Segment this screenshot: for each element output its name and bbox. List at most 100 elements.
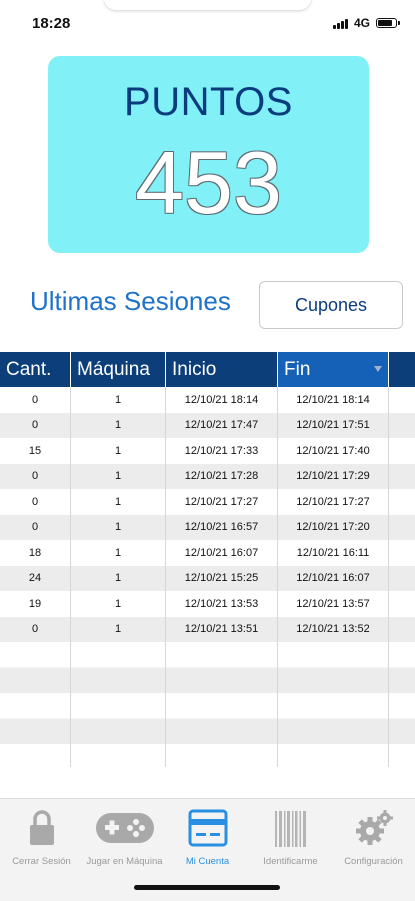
cell-machine: 1 (71, 591, 166, 617)
table-empty-rows (0, 642, 415, 767)
column-header-qty[interactable]: Cant. (0, 352, 71, 387)
table-row[interactable]: 0 1 12/10/21 16:57 12/10/21 17:20 (0, 514, 415, 541)
cell-end: 12/10/21 13:57 (278, 591, 389, 617)
cell-qty: 24 (0, 565, 71, 591)
gamepad-icon (94, 811, 156, 850)
table-row[interactable]: 18 1 12/10/21 16:07 12/10/21 16:11 (0, 540, 415, 566)
column-header-end[interactable]: Fin (278, 352, 389, 387)
status-bar: 18:28 4G (0, 0, 415, 40)
sessions-table: Cant. Máquina Inicio Fin 0 1 12/10/21 18:1… (0, 352, 415, 767)
cell-start: 12/10/21 13:53 (166, 591, 278, 617)
cell-start: 12/10/21 16:57 (166, 514, 278, 540)
tab-identify-label: Identificarme (263, 856, 318, 867)
cell-machine: 1 (71, 616, 166, 642)
lock-icon (27, 809, 57, 852)
cell-start: 12/10/21 17:33 (166, 438, 278, 464)
cell-qty: 0 (0, 489, 71, 515)
cell-filler (389, 438, 415, 464)
cell-filler (389, 591, 415, 617)
cell-start: 12/10/21 15:25 (166, 565, 278, 591)
cell-end: 12/10/21 17:29 (278, 463, 389, 489)
cell-machine: 1 (71, 438, 166, 464)
tab-my-account-label: Mi Cuenta (185, 856, 230, 867)
cell-qty: 0 (0, 616, 71, 642)
column-header-end-label: Fin (284, 358, 311, 380)
points-value: 453 (135, 133, 282, 232)
cell-start: 12/10/21 17:28 (166, 463, 278, 489)
table-row[interactable]: 15 1 12/10/21 17:33 12/10/21 17:40 (0, 438, 415, 464)
cell-start: 12/10/21 13:51 (166, 616, 278, 642)
points-title: PUNTOS (124, 80, 293, 124)
cell-end: 12/10/21 16:07 (278, 565, 389, 591)
table-body: 0 1 12/10/21 18:14 12/10/21 18:14 0 1 12/10/21… (0, 387, 415, 642)
points-card: PUNTOS 453 (48, 56, 369, 253)
table-row[interactable]: 0 1 12/10/21 17:47 12/10/21 17:51 (0, 412, 415, 439)
cell-filler (389, 566, 415, 592)
battery-icon (376, 18, 400, 28)
sort-descending-icon (374, 366, 382, 372)
cell-end: 12/10/21 18:14 (278, 387, 389, 413)
barcode-icon (274, 809, 308, 854)
coupons-button[interactable]: Cupones (259, 281, 403, 329)
cell-machine: 1 (71, 489, 166, 515)
table-row[interactable]: 19 1 12/10/21 13:53 12/10/21 13:57 (0, 591, 415, 617)
tab-play-label: Jugar en Máquina (86, 856, 163, 867)
cell-machine: 1 (71, 463, 166, 489)
tab-my-account[interactable]: Mi Cuenta (166, 799, 249, 879)
cell-start: 12/10/21 17:47 (166, 412, 278, 438)
column-header-start[interactable]: Inicio (166, 352, 278, 387)
tab-play[interactable]: Jugar en Máquina (83, 799, 166, 879)
cell-machine: 1 (71, 565, 166, 591)
cell-filler (389, 387, 415, 413)
cell-qty: 0 (0, 463, 71, 489)
cell-filler (389, 617, 415, 643)
table-row[interactable]: 0 1 12/10/21 18:14 12/10/21 18:14 (0, 387, 415, 413)
tab-settings-label: Configuración (344, 856, 403, 867)
tab-settings[interactable]: Configuración (332, 799, 415, 879)
card-icon (188, 809, 228, 852)
cell-qty: 0 (0, 514, 71, 540)
cell-machine: 1 (71, 514, 166, 540)
scrollbar[interactable] (405, 780, 415, 798)
column-header-filler (389, 352, 415, 387)
home-indicator[interactable] (134, 885, 280, 890)
cell-end: 12/10/21 17:20 (278, 514, 389, 540)
table-row[interactable]: 24 1 12/10/21 15:25 12/10/21 16:07 (0, 565, 415, 592)
sessions-heading: Ultimas Sesiones (30, 286, 231, 316)
cell-filler (389, 489, 415, 515)
cell-start: 12/10/21 18:14 (166, 387, 278, 413)
status-indicators: 4G (332, 16, 400, 30)
cell-end: 12/10/21 16:11 (278, 540, 389, 566)
cell-machine: 1 (71, 412, 166, 438)
cell-start: 12/10/21 17:27 (166, 489, 278, 515)
cell-end: 12/10/21 13:52 (278, 616, 389, 642)
cell-end: 12/10/21 17:27 (278, 489, 389, 515)
signal-icon (332, 18, 348, 29)
cell-qty: 15 (0, 438, 71, 464)
table-row[interactable]: 0 1 12/10/21 17:27 12/10/21 17:27 (0, 489, 415, 515)
cell-machine: 1 (71, 387, 166, 413)
cell-qty: 0 (0, 412, 71, 438)
column-header-machine[interactable]: Máquina (71, 352, 166, 387)
dynamic-island (104, 0, 311, 10)
gears-icon (354, 809, 394, 854)
status-time: 18:28 (32, 15, 71, 32)
network-type: 4G (353, 16, 370, 30)
table-header: Cant. Máquina Inicio Fin (0, 352, 415, 387)
cell-qty: 19 (0, 591, 71, 617)
cell-filler (389, 515, 415, 541)
table-row[interactable]: 0 1 12/10/21 13:51 12/10/21 13:52 (0, 616, 415, 643)
cell-qty: 18 (0, 540, 71, 566)
cell-filler (389, 540, 415, 566)
cell-end: 12/10/21 17:51 (278, 412, 389, 438)
cell-machine: 1 (71, 540, 166, 566)
tab-logout[interactable]: Cerrar Sesión (0, 799, 83, 879)
cell-qty: 0 (0, 387, 71, 413)
cell-filler (389, 413, 415, 439)
tab-logout-label: Cerrar Sesión (12, 856, 71, 867)
cell-start: 12/10/21 16:07 (166, 540, 278, 566)
tab-identify[interactable]: Identificarme (249, 799, 332, 879)
cell-end: 12/10/21 17:40 (278, 438, 389, 464)
cell-filler (389, 464, 415, 490)
table-row[interactable]: 0 1 12/10/21 17:28 12/10/21 17:29 (0, 463, 415, 490)
